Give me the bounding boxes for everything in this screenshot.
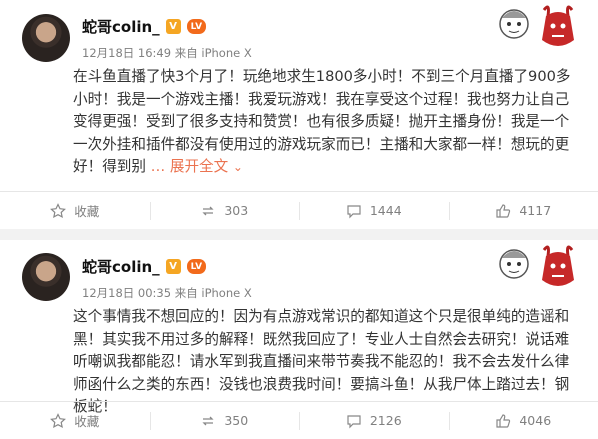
username[interactable]: 蛇哥colin_ [82, 256, 160, 277]
weibo-post-2: 蛇哥colin_ V LV 12月18日 00:35 来自 iPhone X 这… [0, 240, 598, 439]
repost-count: 350 [224, 413, 249, 428]
like-button[interactable]: 4117 [448, 192, 598, 229]
expand-full-text-link[interactable]: … 展开全文 [151, 158, 229, 175]
weibo-post-1: 蛇哥colin_ V LV 12月18日 16:49 来自 iPhone X 在… [0, 0, 598, 229]
repost-button[interactable]: 350 [149, 402, 300, 439]
comment-button[interactable]: 1444 [299, 192, 449, 229]
comment-count: 1444 [369, 203, 402, 218]
comment-count: 2126 [369, 413, 402, 428]
repost-icon [200, 413, 216, 429]
repost-icon [200, 203, 216, 219]
post-text: 在斗鱼直播了快3个月了！玩绝地求生1800多小时！不到三个月直播了900多小时！… [73, 66, 581, 179]
star-icon [50, 202, 67, 219]
sticker-decoration-icon [499, 5, 574, 46]
like-icon [495, 203, 511, 219]
favorite-button[interactable]: 收藏 [0, 192, 150, 229]
comment-button[interactable]: 2126 [299, 402, 449, 439]
post-body: 这个事情我不想回应的！因为有点游戏常识的都知道这个只是很单纯的造谣和黑！其实我不… [73, 308, 570, 415]
post-meta: 12月18日 00:35 来自 iPhone X [82, 286, 252, 300]
post-body: 在斗鱼直播了快3个月了！玩绝地求生1800多小时！不到三个月直播了900多小时！… [73, 68, 571, 175]
post-meta: 12月18日 16:49 来自 iPhone X [82, 46, 252, 60]
sticker-decoration-icon [499, 245, 574, 286]
repost-button[interactable]: 303 [149, 192, 300, 229]
author-row: 蛇哥colin_ V LV [82, 256, 207, 277]
verified-badge-icon: V [165, 259, 181, 274]
favorite-label: 收藏 [74, 414, 100, 429]
star-icon [50, 412, 67, 429]
comment-icon [346, 203, 362, 219]
like-button[interactable]: 4046 [448, 402, 598, 439]
username[interactable]: 蛇哥colin_ [82, 16, 160, 37]
level-badge-icon: LV [186, 19, 207, 34]
action-bar: 收藏 303 1444 4117 [0, 191, 598, 229]
comment-icon [346, 413, 362, 429]
like-count: 4117 [519, 203, 552, 218]
favorite-button[interactable]: 收藏 [0, 402, 150, 439]
like-icon [495, 413, 511, 429]
chevron-down-icon[interactable]: ⌄ [233, 160, 243, 174]
like-count: 4046 [519, 413, 552, 428]
avatar[interactable] [22, 14, 70, 62]
author-row: 蛇哥colin_ V LV [82, 16, 207, 37]
avatar[interactable] [22, 253, 70, 301]
favorite-label: 收藏 [74, 204, 100, 219]
verified-badge-icon: V [165, 19, 181, 34]
action-bar: 收藏 350 2126 4046 [0, 401, 598, 439]
level-badge-icon: LV [186, 259, 207, 274]
repost-count: 303 [224, 203, 249, 218]
